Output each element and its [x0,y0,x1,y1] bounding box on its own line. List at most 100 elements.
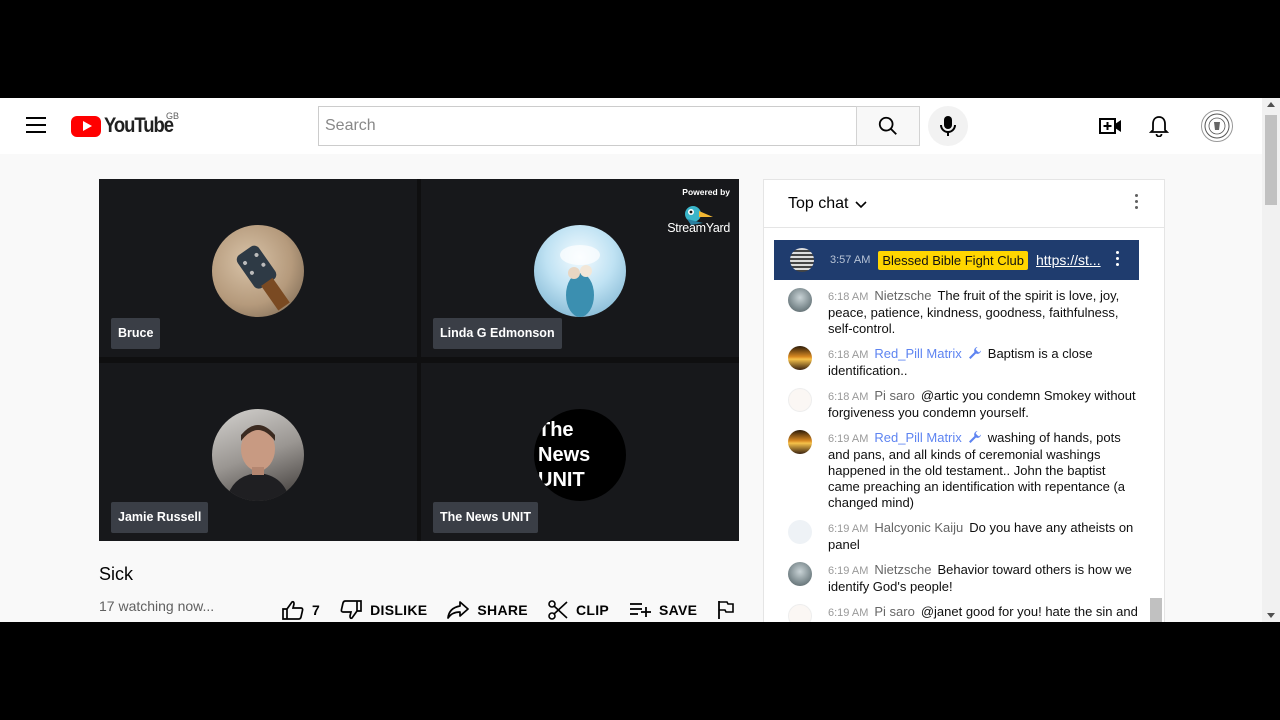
chat-scrollbar[interactable] [1149,230,1163,622]
search-box [318,106,857,146]
participant-name: The News UNIT [433,502,538,533]
youtube-page: YouTube GB Bruce [0,98,1280,622]
author-avatar[interactable] [788,288,812,312]
chat-header: Top chat [764,180,1164,228]
dislike-button[interactable]: DISLIKE [340,600,427,620]
create-video-button[interactable] [1099,114,1123,138]
author-name[interactable]: Pi saro [874,388,914,403]
flag-icon [718,601,735,619]
chat-scrollbar-thumb[interactable] [1150,598,1162,622]
message-time: 6:19 AM [828,565,869,577]
save-label: SAVE [659,602,698,618]
pinned-message[interactable]: 3:57 AM Blessed Bible Fight Club https:/… [774,240,1139,280]
pinned-link[interactable]: https://st... [1036,252,1102,268]
play-logo-icon [71,115,101,137]
author-avatar[interactable] [788,346,812,370]
author-name[interactable]: Red_Pill Matrix [874,346,961,361]
moderator-wrench-icon [968,347,981,359]
clip-button[interactable]: CLIP [548,600,609,620]
logo-line: UNIT [538,468,585,491]
account-avatar[interactable] [1201,110,1233,142]
scroll-down-icon[interactable] [1267,613,1275,618]
video-title: Sick [99,564,134,584]
search-button[interactable] [856,106,920,146]
participant-tile: The News UNIT The News UNIT [421,363,739,541]
video-camera-plus-icon [1099,118,1121,134]
author-name[interactable]: Nietzsche [874,288,931,303]
thumbs-up-icon [282,600,304,620]
participant-tile: Linda G Edmonson Powered by StreamYard [421,179,739,357]
message-time: 6:19 AM [828,607,869,619]
participant-avatar [212,225,304,317]
share-label: SHARE [477,602,528,618]
thumbs-down-icon [340,600,362,620]
author-name[interactable]: Red_Pill Matrix [874,430,961,445]
save-button[interactable]: SAVE [629,601,697,619]
pinned-more-icon[interactable] [1112,251,1122,269]
participant-name: Jamie Russell [111,502,209,533]
chat-message: 6:19 AM Nietzsche Behavior toward others i… [764,562,1149,595]
participant-tile: Bruce [99,179,417,357]
clip-label: CLIP [575,602,610,618]
message-text: The fruit of the spirit is love, joy, pe… [828,288,1120,336]
message-time: 6:18 AM [828,391,869,403]
message-time: 6:18 AM [828,291,869,303]
message-time: 6:19 AM [828,433,869,445]
menu-icon[interactable] [26,117,46,133]
news-unit-logo: The News UNIT [534,409,626,501]
author-avatar[interactable] [788,604,812,622]
author-avatar[interactable] [788,388,812,412]
chat-message: 6:19 AM Pi saro @janet good for you! hate … [764,604,1149,622]
chat-more-menu-icon[interactable] [1128,194,1144,214]
voice-search-button[interactable] [928,106,968,146]
participant-tile: Jamie Russell [99,363,417,541]
author-avatar[interactable] [788,562,812,586]
share-button[interactable]: SHARE [447,600,528,620]
chat-mode-selector[interactable]: Top chat [788,195,868,213]
microphone-icon [940,116,956,136]
scroll-up-icon[interactable] [1267,102,1275,107]
participant-avatar [212,409,304,501]
chat-message-list: 6:18 AM Nietzsche The fruit of the spirit … [764,288,1149,622]
author-avatar[interactable] [788,430,812,454]
moderator-wrench-icon [968,431,981,443]
report-button[interactable] [717,600,743,620]
participant-avatar [534,225,626,317]
author-name[interactable]: Pi saro [874,604,914,619]
chat-message: 6:19 AM Halcyonic Kaiju Do you have any at… [764,520,1149,553]
chat-title: Top chat [788,195,849,212]
chat-message: 6:18 AM Pi saro @artic you condemn Smokey … [764,388,1149,421]
message-time: 6:18 AM [828,349,869,361]
pinned-time: 3:57 AM [830,254,871,266]
action-bar: 7 DISLIKE SHARE CLIP SAVE [282,600,763,620]
participant-name: Linda G Edmonson [433,318,562,349]
dislike-label: DISLIKE [370,602,428,618]
region-code: GB [166,111,180,121]
message-time: 6:19 AM [828,523,869,535]
logo-line: The [538,418,574,441]
chat-message: 6:18 AM Nietzsche The fruit of the spirit … [764,288,1149,337]
chat-message: 6:19 AM Red_Pill Matrix washing of hands, … [764,430,1149,511]
playlist-add-icon [630,603,652,617]
chat-message: 6:18 AM Red_Pill Matrix Baptism is a close… [764,346,1149,379]
search-input[interactable] [325,117,857,135]
author-name[interactable]: Halcyonic Kaiju [874,520,963,535]
notifications-button[interactable] [1147,114,1171,138]
chevron-down-icon [855,201,868,209]
pinned-avatar [790,248,814,272]
like-button[interactable]: 7 [282,600,320,620]
author-name[interactable]: Nietzsche [874,562,931,577]
like-count: 7 [312,602,321,618]
video-player[interactable]: Bruce Linda G Edmonson Powered by Stream… [99,179,739,541]
author-avatar[interactable] [788,520,812,544]
seal-avatar-icon [1204,113,1230,139]
streamyard-bird-icon [685,206,713,225]
live-chat-panel: Top chat 3:57 AM Blessed Bible Fight Clu… [763,179,1165,622]
bell-icon [1149,116,1169,137]
search-icon [878,116,897,135]
scrollbar-thumb[interactable] [1265,115,1277,205]
watching-count: 17 watching now... [99,598,215,614]
masthead: YouTube GB [0,98,1262,154]
page-scrollbar[interactable] [1262,98,1280,622]
logo-line: News [538,443,591,466]
